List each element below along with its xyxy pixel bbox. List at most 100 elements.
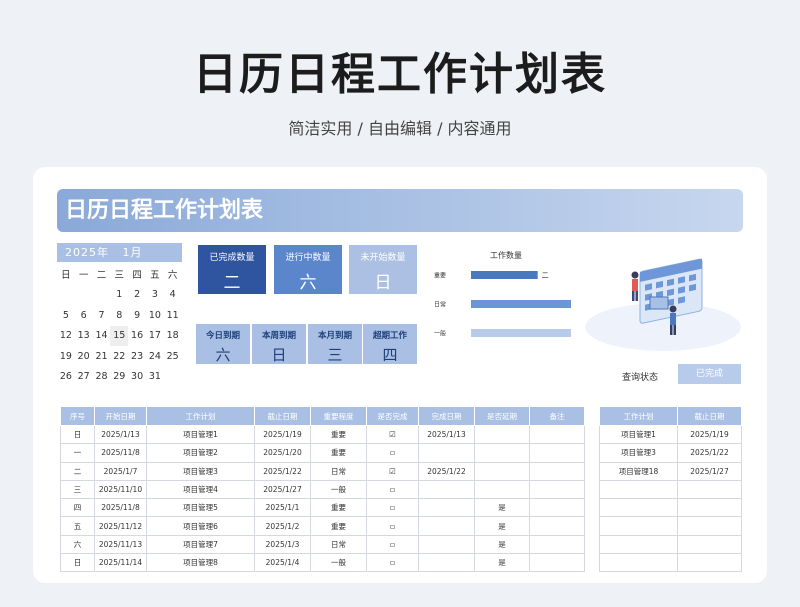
calendar-weekday: 二 (96, 270, 107, 282)
calendar-day[interactable]: 15 (110, 325, 129, 346)
table-row: 日 2025/11/14 项目管理8 2025/1/4 一般 ▫ 是 (60, 553, 585, 573)
column-header[interactable]: 备注 (529, 406, 585, 426)
table-cell: 2025/1/27 (677, 461, 742, 481)
query-status-label: 查询状态 (622, 373, 659, 383)
calendar-day[interactable]: 10 (146, 305, 164, 326)
table-cell: 一般 (310, 553, 367, 573)
calendar-day[interactable]: 24 (146, 346, 164, 367)
calendar-day[interactable]: 9 (128, 305, 146, 326)
calendar-day[interactable]: 3 (146, 285, 164, 306)
overdue-work: 超期工作 四 (363, 324, 417, 364)
table-cell: 是 (474, 534, 530, 555)
table-cell: 2025/1/4 (254, 553, 311, 573)
calendar-day[interactable]: 28 (93, 367, 111, 388)
calendar-day[interactable]: 4 (164, 285, 182, 306)
table-cell: 项目管理6 (146, 516, 255, 536)
due-label: 本月到期 (317, 331, 352, 341)
table-cell (418, 534, 475, 555)
calendar-day[interactable]: 18 (164, 326, 182, 347)
calendar-day[interactable]: 13 (75, 326, 93, 347)
table-cell: 日常 (310, 534, 367, 555)
table-cell: 2025/1/22 (677, 443, 742, 463)
calendar-day[interactable]: 14 (93, 326, 111, 347)
calendar-day[interactable]: 1 (110, 285, 128, 306)
calendar-weekday: 五 (150, 270, 160, 282)
completion-checkbox[interactable]: ☑ (366, 461, 419, 481)
calendar-day[interactable]: 21 (93, 346, 111, 367)
calendar-day[interactable]: 6 (75, 305, 93, 326)
calendar-day[interactable]: 31 (146, 367, 164, 388)
calendar-day[interactable]: 7 (93, 305, 111, 326)
completion-checkbox[interactable]: ▫ (366, 534, 419, 555)
table-cell: 日 (60, 424, 95, 445)
calendar-day[interactable]: 27 (75, 367, 93, 388)
calendar-day[interactable]: 26 (57, 367, 75, 388)
calendar-day[interactable]: 8 (110, 305, 128, 326)
table-cell: 2025/1/3 (254, 534, 311, 555)
calendar-day[interactable]: 11 (164, 305, 182, 326)
calendar-month: 1月 (122, 246, 143, 259)
table-cell (529, 534, 585, 555)
work-plan-table: 序号 开始日期 工作计划 截止日期 重要程度 是否完成 完成日期 是否延期 备注 日 2025/1… (60, 406, 585, 573)
completion-checkbox[interactable]: ▫ (366, 479, 419, 500)
table-cell: 2025/1/22 (418, 461, 475, 481)
calendar-day[interactable]: 30 (128, 367, 146, 388)
table-cell: 项目管理3 (599, 443, 678, 463)
table-row (599, 534, 742, 555)
column-header[interactable]: 序号 (60, 406, 95, 426)
calendar-day[interactable]: 2 (128, 285, 146, 306)
table-cell (529, 461, 585, 481)
table-row: 六 2025/11/13 项目管理7 2025/1/3 日常 ▫ 是 (60, 534, 585, 555)
table-cell: 一般 (310, 479, 367, 500)
column-header[interactable]: 完成日期 (418, 406, 475, 426)
column-header[interactable]: 是否延期 (474, 406, 530, 426)
table-cell: 2025/1/13 (418, 424, 475, 445)
table-cell (529, 498, 585, 518)
calendar-day[interactable]: 16 (128, 326, 146, 347)
column-header[interactable]: 截止日期 (677, 406, 742, 426)
column-header[interactable]: 是否完成 (366, 406, 419, 426)
table-cell: 2025/1/22 (254, 461, 311, 481)
table-cell (599, 534, 678, 555)
calendar-day[interactable]: 29 (110, 367, 128, 388)
calendar-day[interactable]: 25 (164, 346, 182, 367)
table-cell (677, 553, 742, 573)
calendar-day[interactable]: 12 (57, 326, 75, 347)
completion-checkbox[interactable]: ▫ (366, 498, 419, 518)
table-row: 一 2025/11/8 项目管理2 2025/1/20 重要 ▫ (60, 443, 585, 463)
calendar-day[interactable]: 22 (110, 346, 128, 367)
table-cell: 是 (474, 516, 530, 536)
table-row: 项目管理1 2025/1/19 (599, 424, 742, 445)
column-header[interactable]: 开始日期 (94, 406, 147, 426)
column-header[interactable]: 截止日期 (254, 406, 311, 426)
table-cell (529, 479, 585, 500)
table-row: 二 2025/1/7 项目管理3 2025/1/22 日常 ☑ 2025/1/22 (60, 461, 585, 481)
table-row: 项目管理3 2025/1/22 (599, 443, 742, 463)
table-cell (599, 516, 678, 536)
completion-checkbox[interactable]: ▫ (366, 443, 419, 463)
calendar-day[interactable]: 20 (75, 346, 93, 367)
calendar-year: 2025年 (65, 246, 109, 259)
page-subtitle: 简洁实用 / 自由编辑 / 内容通用 (288, 119, 512, 138)
chart-category-label: 重要 (434, 272, 446, 280)
calendar-weekday: 六 (167, 270, 178, 282)
calendar-day[interactable]: 17 (146, 326, 164, 347)
column-header[interactable]: 工作计划 (146, 406, 255, 426)
completion-checkbox[interactable]: ☑ (366, 424, 419, 445)
table-cell: 项目管理1 (146, 424, 255, 445)
stat-label: 已完成数量 (209, 253, 255, 263)
chart-category-label: 日常 (434, 301, 446, 309)
completion-checkbox[interactable]: ▫ (366, 553, 419, 573)
calendar-day[interactable]: 5 (57, 305, 75, 326)
calendar-header[interactable]: 2025年 1月 (57, 243, 182, 262)
due-value: 三 (327, 346, 343, 364)
table-row: 三 2025/11/10 项目管理4 2025/1/27 一般 ▫ (60, 479, 585, 500)
table-cell: 2025/11/13 (94, 534, 147, 555)
completion-checkbox[interactable]: ▫ (366, 516, 419, 536)
column-header[interactable]: 重要程度 (310, 406, 367, 426)
table-cell: 项目管理4 (146, 479, 255, 500)
calendar-day[interactable]: 23 (128, 346, 146, 367)
calendar-day[interactable]: 19 (57, 346, 75, 367)
query-status-selector[interactable]: 已完成 (678, 364, 741, 384)
column-header[interactable]: 工作计划 (599, 406, 678, 426)
